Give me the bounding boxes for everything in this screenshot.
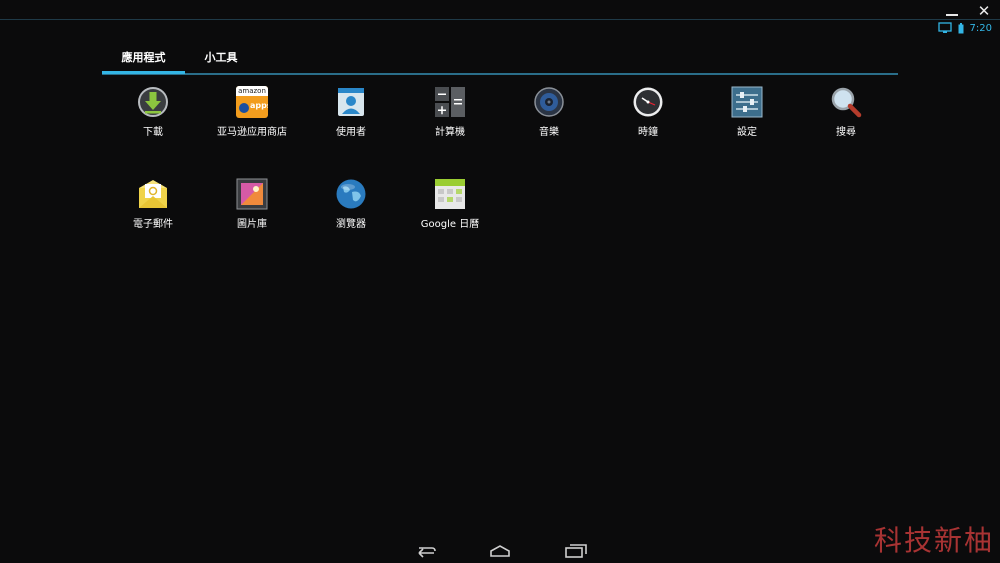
battery-icon (958, 22, 964, 33)
browser-icon (336, 179, 366, 209)
title-bar-divider (0, 19, 1000, 20)
close-icon: ✕ (977, 2, 991, 20)
app-label: 電子郵件 (133, 219, 173, 230)
app-search[interactable]: 搜尋 (796, 86, 896, 146)
music-icon (534, 87, 564, 117)
tab-selected-indicator (102, 71, 185, 74)
app-download[interactable]: 下載 (103, 86, 203, 146)
app-label: 計算機 (435, 127, 465, 138)
app-label: 時鐘 (638, 127, 658, 138)
app-clock[interactable]: 時鐘 (598, 86, 698, 146)
app-calendar[interactable]: Google 日曆 (400, 178, 500, 238)
app-gallery[interactable]: 圖片庫 (202, 178, 302, 238)
app-amazon-appstore[interactable]: amazon apps 亚马逊应用商店 (202, 86, 302, 146)
screen-icon (937, 22, 952, 33)
tab-apps[interactable]: 應用程式 (102, 48, 185, 72)
close-button[interactable]: ✕ (974, 2, 994, 20)
launcher-tabs: 應用程式 小工具 (102, 48, 898, 76)
contacts-icon (338, 88, 364, 116)
recent-apps-icon[interactable] (563, 539, 589, 559)
app-label: 瀏覽器 (336, 219, 366, 230)
tab-widgets[interactable]: 小工具 (185, 48, 257, 72)
download-icon (138, 87, 168, 117)
app-label: Google 日曆 (420, 219, 480, 230)
status-bar: 7:20 (937, 21, 992, 35)
navigation-bar (0, 536, 1000, 563)
gallery-icon (236, 178, 268, 210)
calendar-icon (435, 179, 465, 209)
watermark: 科技新柚 (873, 524, 994, 557)
app-music[interactable]: 音樂 (499, 86, 599, 146)
search-icon (831, 87, 862, 118)
minimize-icon (946, 14, 958, 16)
app-label: 設定 (737, 127, 757, 138)
app-label: 音樂 (539, 127, 559, 138)
amazon-appstore-icon: amazon apps (236, 86, 268, 118)
app-label: 使用者 (336, 127, 366, 138)
settings-icon (731, 86, 763, 118)
minimize-button[interactable] (942, 2, 962, 20)
app-label: 搜尋 (836, 127, 856, 138)
app-label: 圖片庫 (237, 219, 267, 230)
clock-time: 7:20 (969, 22, 992, 34)
app-calculator[interactable]: 計算機 (400, 86, 500, 146)
back-icon[interactable] (413, 539, 439, 559)
app-label: 亚马逊应用商店 (217, 127, 287, 138)
calculator-icon (435, 87, 465, 117)
app-contacts[interactable]: 使用者 (301, 86, 401, 146)
home-icon[interactable] (487, 539, 513, 559)
app-browser[interactable]: 瀏覽器 (301, 178, 401, 238)
email-icon (139, 180, 167, 208)
app-label: 下載 (143, 127, 163, 138)
app-settings[interactable]: 設定 (697, 86, 797, 146)
clock-icon (633, 87, 663, 117)
tab-divider (102, 73, 898, 75)
app-email[interactable]: 電子郵件 (103, 178, 203, 238)
